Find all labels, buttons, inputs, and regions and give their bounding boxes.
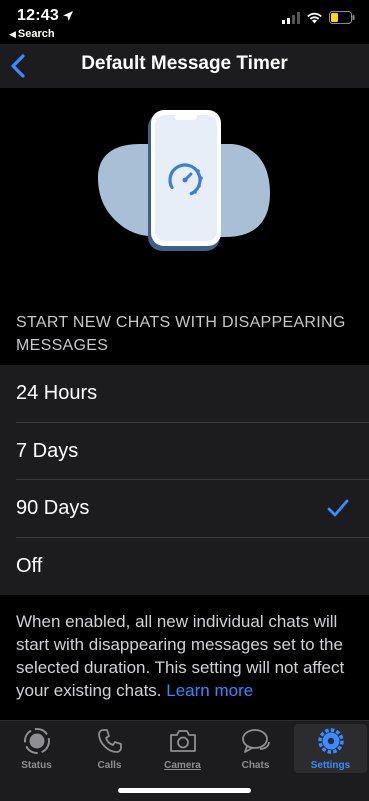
- section-header: START NEW CHATS WITH DISAPPEARING MESSAG…: [16, 314, 346, 354]
- tab-calls[interactable]: Calls: [73, 721, 146, 773]
- timer-dot-3: [197, 184, 201, 188]
- status-bar: 12:43 ◀ Search: [0, 0, 369, 44]
- option-label: 24 Hours: [16, 382, 98, 405]
- wifi-icon: [307, 12, 322, 23]
- camera-icon: [169, 730, 196, 752]
- navigation-bar: Default Message Timer: [0, 44, 369, 88]
- tab-label: Status: [21, 760, 52, 771]
- battery-icon: [329, 11, 355, 24]
- tab-camera[interactable]: Camera: [146, 721, 219, 773]
- phone-icon: [97, 729, 122, 753]
- option-label: Off: [16, 554, 43, 577]
- option-7-days[interactable]: 7 Days: [0, 423, 369, 481]
- status-indicators: [282, 11, 355, 24]
- back-to-search-link[interactable]: ◀ Search: [9, 28, 55, 40]
- chat-bubbles-icon: [241, 729, 270, 753]
- checkmark-icon: [327, 499, 349, 517]
- timer-center: [182, 177, 188, 183]
- phone-notch: [175, 115, 197, 120]
- cellular-signal-icon: [282, 11, 300, 24]
- option-90-days[interactable]: 90 Days: [0, 480, 369, 538]
- timer-dot-1: [196, 169, 200, 173]
- tab-label: Calls: [97, 760, 122, 771]
- tab-status[interactable]: Status: [0, 721, 73, 773]
- timer-dot-4: [193, 190, 197, 194]
- option-label: 7 Days: [16, 439, 79, 462]
- option-off[interactable]: Off: [0, 538, 369, 596]
- timer-options-list: 24 Hours 7 Days 90 Days Off: [0, 365, 369, 595]
- location-arrow-icon: [63, 11, 73, 21]
- page-title: Default Message Timer: [81, 53, 288, 74]
- tab-settings[interactable]: Settings: [294, 724, 367, 773]
- disappearing-timer-illustration: [98, 110, 270, 251]
- gear-icon: [317, 728, 344, 754]
- status-time: 12:43: [17, 7, 59, 24]
- tab-chats[interactable]: Chats: [219, 721, 292, 773]
- learn-more-link[interactable]: Learn more: [166, 681, 253, 700]
- tab-label: Settings: [310, 760, 351, 771]
- home-indicator[interactable]: [118, 788, 251, 793]
- back-to-search-label: Search: [17, 28, 55, 40]
- option-label: 90 Days: [16, 497, 90, 520]
- status-icon: [23, 728, 50, 754]
- option-24-hours[interactable]: 24 Hours: [0, 365, 369, 423]
- back-triangle-icon: ◀: [9, 29, 16, 39]
- tab-label: Chats: [241, 760, 270, 771]
- timer-dot-2: [199, 176, 203, 180]
- tab-label: Camera: [164, 760, 201, 771]
- footer-description: When enabled, all new individual chats w…: [16, 610, 351, 702]
